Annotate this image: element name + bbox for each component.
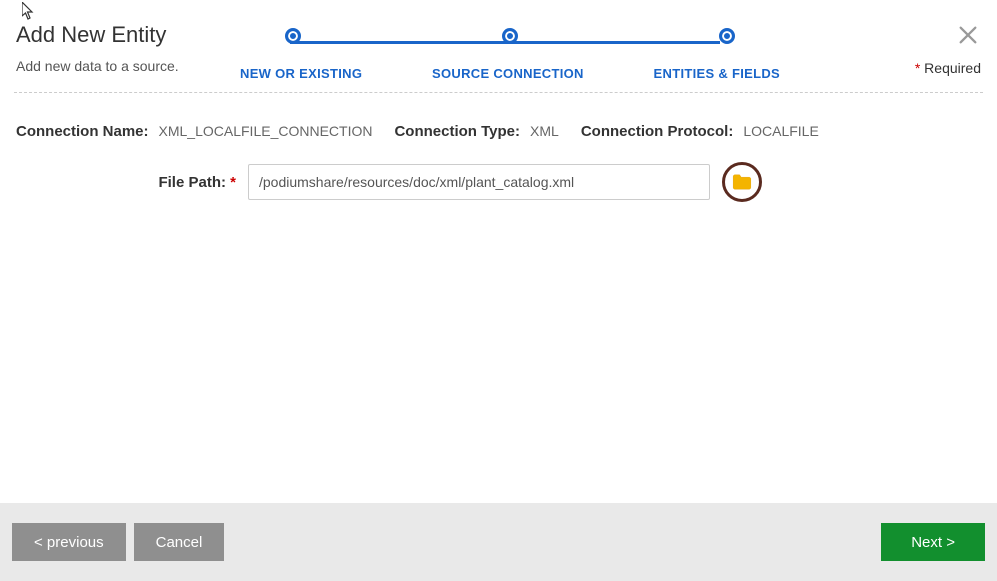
connection-name-value: XML_LOCALFILE_CONNECTION bbox=[159, 123, 373, 139]
next-button[interactable]: Next > bbox=[881, 523, 985, 561]
previous-button[interactable]: < previous bbox=[12, 523, 126, 561]
file-path-label: File Path: * bbox=[16, 174, 236, 191]
connection-protocol-label: Connection Protocol: bbox=[581, 123, 734, 140]
stepper-dot-1[interactable] bbox=[285, 28, 301, 44]
footer-bar: < previous Cancel Next > bbox=[0, 503, 997, 581]
close-button[interactable] bbox=[957, 24, 981, 48]
file-path-input[interactable] bbox=[248, 164, 710, 200]
connection-name-label: Connection Name: bbox=[16, 123, 149, 140]
connection-protocol-value: LOCALFILE bbox=[743, 123, 818, 139]
stepper-dot-3[interactable] bbox=[719, 28, 735, 44]
required-note: * Required bbox=[915, 60, 981, 76]
stepper-label-entities-fields[interactable]: ENTITIES & FIELDS bbox=[654, 66, 780, 81]
folder-icon bbox=[732, 174, 752, 190]
cancel-button[interactable]: Cancel bbox=[134, 523, 225, 561]
connection-info-row: Connection Name: XML_LOCALFILE_CONNECTIO… bbox=[0, 93, 997, 158]
wizard-stepper: NEW OR EXISTING SOURCE CONNECTION ENTITI… bbox=[240, 28, 780, 81]
connection-type-value: XML bbox=[530, 123, 559, 139]
stepper-label-source-connection[interactable]: SOURCE CONNECTION bbox=[432, 66, 584, 81]
close-icon bbox=[957, 24, 979, 46]
connection-type-label: Connection Type: bbox=[394, 123, 520, 140]
stepper-dot-2[interactable] bbox=[502, 28, 518, 44]
stepper-label-new-or-existing[interactable]: NEW OR EXISTING bbox=[240, 66, 362, 81]
browse-button[interactable] bbox=[722, 162, 762, 202]
